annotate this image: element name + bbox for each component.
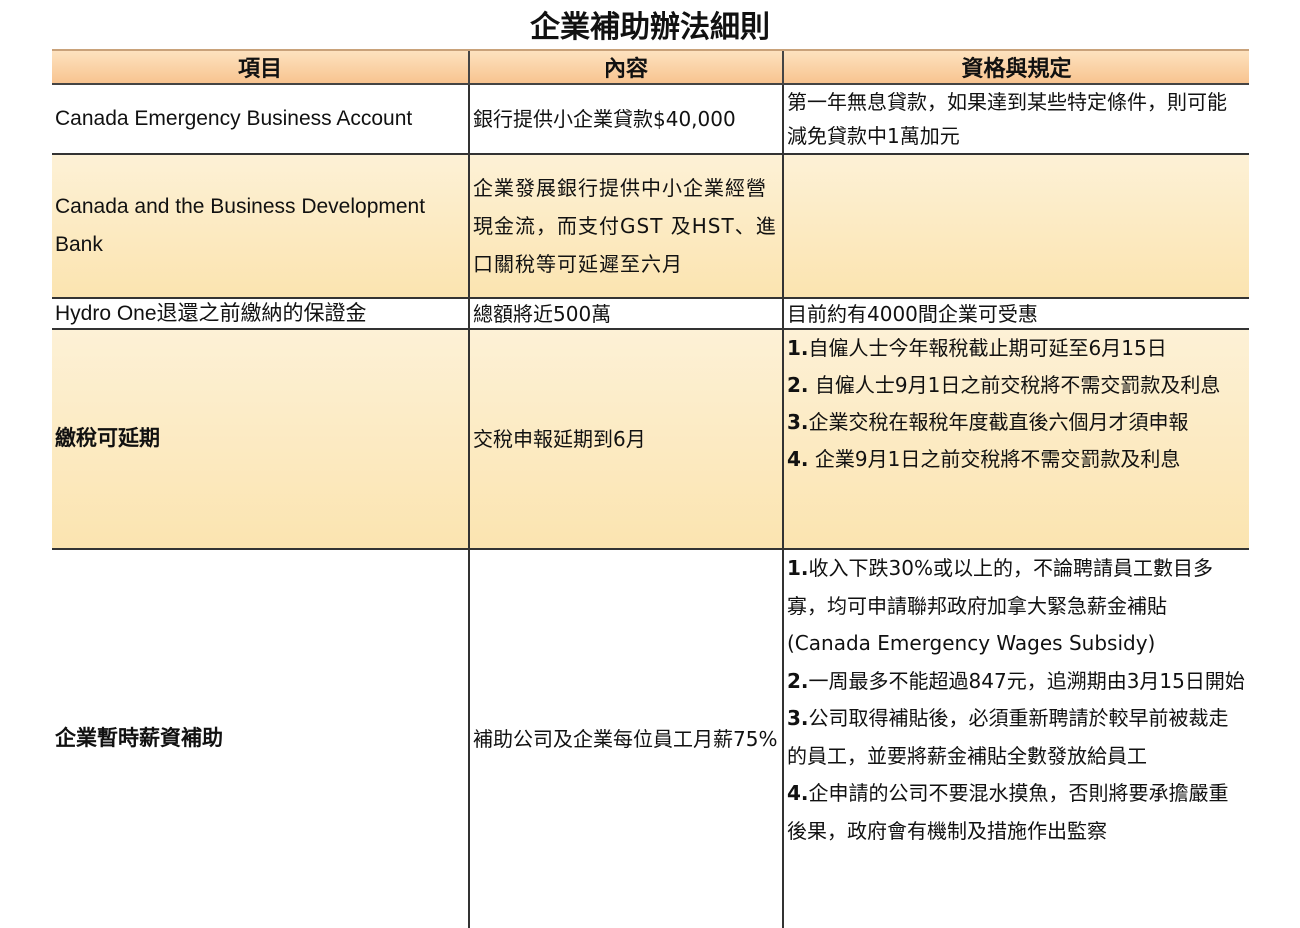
item-cell: 企業暫時薪資補助 [55,727,223,750]
rule-number: 3. [787,706,809,730]
rule-number: 4. [787,447,809,471]
rule-number: 3. [787,410,809,434]
rule-item: 3.公司取得補貼後，必須重新聘請於較早前被裁走的員工，並要將薪金補貼全數發放給員… [787,700,1246,775]
rule-text: 收入下跌30%或以上的，不論聘請員工數目多寡，均可申請聯邦政府加拿大緊急薪金補貼… [787,556,1213,655]
item-cell: Hydro One退還之前繳納的保證金 [52,298,469,330]
rule-number: 1. [787,556,809,580]
rule-text: 目前約有4000間企業可受惠 [787,301,1038,326]
rule-number: 2. [787,668,809,693]
table-row: Canada and the Business Development Bank… [52,154,1249,299]
header-rules: 資格與規定 [782,49,1249,85]
rule-number: 2. [787,373,809,397]
page-title: 企業補助辦法細則 [530,10,770,45]
rules-cell: 目前約有4000間企業可受惠 [782,298,1249,330]
content-cell: 銀行提供小企業貸款$40,000 [468,84,783,155]
rule-text: 企業9月1日之前交稅將不需交罰款及利息 [808,447,1181,471]
rule-item: 2.一周最多不能超過847元，追溯期由3月15日開始 [787,663,1246,701]
subsidy-table: 項目 內容 資格與規定 Canada Emergency Business Ac… [52,49,1249,928]
rules-cell: 第一年無息貸款，如果達到某些特定條件，則可能減免貸款中1萬加元 [782,84,1249,155]
content-cell: 總額將近500萬 [468,298,783,330]
table-header-row: 項目 內容 資格與規定 [52,49,1249,85]
content-cell: 補助公司及企業每位員工月薪75% [468,549,783,928]
rule-text: 企業交稅在報稅年度截直後六個月才須申報 [808,410,1189,434]
rules-cell [782,154,1249,299]
item-cell: 繳稅可延期 [52,329,469,550]
header-item: 項目 [52,49,469,85]
item-cell: Canada Emergency Business Account [52,84,469,155]
rules-cell: 1.收入下跌30%或以上的，不論聘請員工數目多寡，均可申請聯邦政府加拿大緊急薪金… [782,549,1249,928]
header-content: 內容 [468,49,783,85]
table-row: 企業暫時薪資補助 補助公司及企業每位員工月薪75% 1.收入下跌30%或以上的，… [52,549,1249,928]
rule-item: 1.自僱人士今年報稅截止期可延至6月15日 [787,330,1246,367]
rule-number: 1. [787,336,809,360]
content-cell: 企業發展銀行提供中小企業經營現金流，而支付GST 及HST、進口關稅等可延遲至六… [468,154,783,299]
rule-item: 4. 企業9月1日之前交稅將不需交罰款及利息 [787,441,1246,478]
rule-text: 一周最多不能超過847元，追溯期由3月15日開始 [808,668,1245,693]
table-row: Canada Emergency Business Account 銀行提供小企… [52,84,1249,155]
table-row: Hydro One退還之前繳納的保證金 總額將近500萬 目前約有4000間企業… [52,298,1249,330]
rule-number: 4. [787,781,809,805]
content-cell: 交稅申報延期到6月 [468,329,783,550]
rule-text: 企申請的公司不要混水摸魚，否則將要承擔嚴重後果，政府會有機制及措施作出監察 [787,781,1229,843]
rule-text: 第一年無息貸款，如果達到某些特定條件，則可能減免貸款中1萬加元 [787,90,1227,148]
rule-item: 3.企業交稅在報稅年度截直後六個月才須申報 [787,404,1246,441]
table-row: 繳稅可延期 交稅申報延期到6月 1.自僱人士今年報稅截止期可延至6月15日 2.… [52,329,1249,550]
rule-text: 自僱人士9月1日之前交稅將不需交罰款及利息 [808,373,1221,397]
rules-cell: 1.自僱人士今年報稅截止期可延至6月15日 2. 自僱人士9月1日之前交稅將不需… [782,329,1249,550]
rule-text: 公司取得補貼後，必須重新聘請於較早前被裁走的員工，並要將薪金補貼全數發放給員工 [787,706,1229,768]
rule-text: 自僱人士今年報稅截止期可延至6月15日 [808,336,1167,360]
rule-item: 2. 自僱人士9月1日之前交稅將不需交罰款及利息 [787,367,1246,404]
rule-item: 4.企申請的公司不要混水摸魚，否則將要承擔嚴重後果，政府會有機制及措施作出監察 [787,775,1246,850]
item-cell: Canada and the Business Development Bank [52,154,469,299]
rule-item: 1.收入下跌30%或以上的，不論聘請員工數目多寡，均可申請聯邦政府加拿大緊急薪金… [787,550,1246,663]
